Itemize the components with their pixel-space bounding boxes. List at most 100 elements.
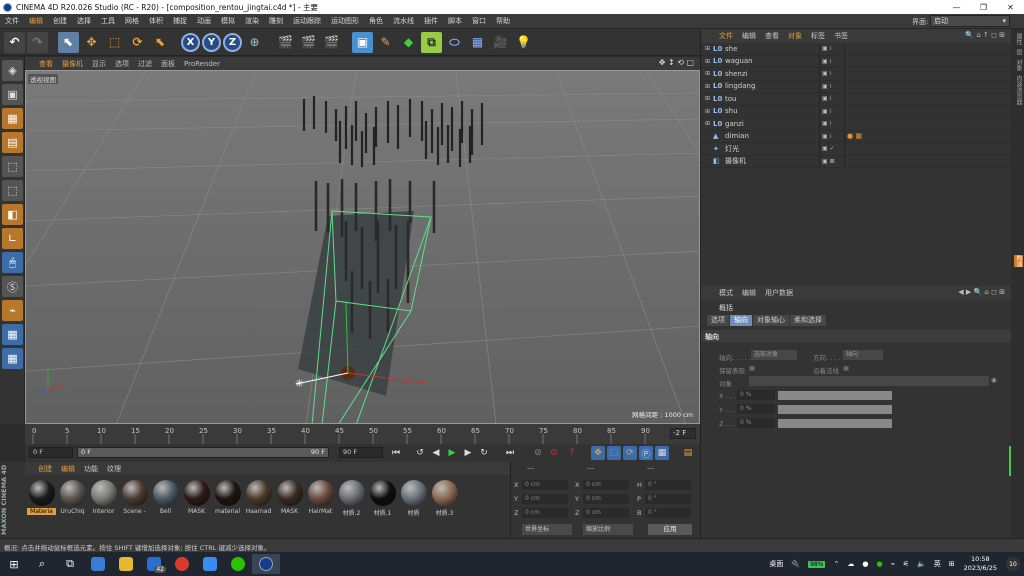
- axis-dropdown[interactable]: 选取对象: [751, 350, 797, 360]
- menu-create[interactable]: 创建: [48, 16, 72, 26]
- wechat-icon[interactable]: [224, 554, 252, 574]
- z-percent-field[interactable]: 0 %: [737, 418, 775, 428]
- viewport-menu-prorender[interactable]: ProRender: [184, 60, 220, 68]
- orientation-dropdown[interactable]: 轴向: [843, 350, 883, 360]
- expand-icon[interactable]: ⊞: [705, 120, 713, 127]
- along-normals-checkbox[interactable]: ▣: [843, 364, 849, 372]
- wechat-tray-icon[interactable]: ●: [876, 560, 882, 568]
- axis-mode-icon[interactable]: ∟: [2, 228, 23, 249]
- minimize-button[interactable]: —: [943, 3, 970, 12]
- system-clock[interactable]: 10:58 2023/6/25: [964, 555, 997, 573]
- object-row[interactable]: ⊞ L0 shenzi ▣ ⁞: [701, 68, 1011, 81]
- material-swatch[interactable]: 材质: [399, 480, 428, 517]
- floor-object-icon[interactable]: ▦: [467, 32, 488, 53]
- material-menu-function[interactable]: 功能: [84, 464, 98, 474]
- object-menu-bookmarks[interactable]: 书签: [834, 31, 848, 41]
- planar-workplane-icon[interactable]: ▦: [2, 348, 23, 369]
- desktop-label[interactable]: 桌面: [769, 559, 783, 569]
- object-name[interactable]: 灯光: [722, 144, 818, 154]
- feishu-icon[interactable]: [196, 554, 224, 574]
- material-swatch[interactable]: Bell: [151, 480, 180, 517]
- viewport-menu-filter[interactable]: 过滤: [138, 59, 152, 69]
- object-name[interactable]: she: [722, 45, 818, 53]
- power-icon[interactable]: 🔌: [791, 560, 800, 568]
- snap-icon[interactable]: Ⓢ: [2, 276, 23, 297]
- expand-icon[interactable]: ⊞: [705, 83, 713, 90]
- menu-snap[interactable]: 捕捉: [168, 16, 192, 26]
- coordinate-space-select[interactable]: 世界坐标: [522, 524, 572, 535]
- expand-icon[interactable]: ⊞: [705, 70, 713, 77]
- menu-render[interactable]: 渲染: [240, 16, 264, 26]
- expand-icon[interactable]: ⊞: [705, 108, 713, 115]
- attribute-menu-edit[interactable]: 编辑: [742, 288, 756, 298]
- menu-file[interactable]: 文件: [0, 16, 24, 26]
- network-icon[interactable]: ⚟: [903, 560, 909, 568]
- keyframe-selection-icon[interactable]: ?: [565, 446, 579, 460]
- notification-center-icon[interactable]: 10: [1006, 557, 1020, 571]
- visibility-toggle[interactable]: ▣ ⁞: [822, 95, 831, 102]
- edges-mode-icon[interactable]: ⬚: [2, 180, 23, 201]
- mail-icon[interactable]: 42: [140, 554, 168, 574]
- light-object-marker[interactable]: ✳: [295, 377, 304, 390]
- recent-tools-icon[interactable]: ⬉: [150, 32, 171, 53]
- tab-structure-vertical[interactable]: 构造: [1014, 255, 1023, 267]
- material-swatch[interactable]: UruChiq: [58, 480, 87, 517]
- material-swatch[interactable]: Scene -: [120, 480, 149, 517]
- tab-soft-selection[interactable]: 柔和选择: [790, 315, 826, 326]
- attribute-nav-icons[interactable]: ◀ ▶ 🔍 ⌂ ◻ ⊞: [958, 288, 1005, 296]
- next-frame-icon[interactable]: ▶: [461, 446, 475, 460]
- x-percent-slider[interactable]: [778, 391, 892, 400]
- object-menu-objects[interactable]: 对象: [788, 31, 802, 41]
- object-name[interactable]: ganzi: [722, 120, 818, 128]
- cube-object-icon[interactable]: ▣: [352, 31, 373, 53]
- previous-key-icon[interactable]: ↺: [413, 446, 427, 460]
- render-picture-viewer-icon[interactable]: 🎬: [298, 32, 319, 53]
- key-rotation-icon[interactable]: ⟳: [623, 446, 637, 460]
- visibility-toggle[interactable]: ▣ ⁞: [822, 108, 831, 115]
- menu-help[interactable]: 帮助: [491, 16, 515, 26]
- previous-frame-icon[interactable]: ◀: [429, 446, 443, 460]
- menu-simulate[interactable]: 模拟: [216, 16, 240, 26]
- play-icon[interactable]: ▶: [445, 446, 459, 460]
- material-menu-edit[interactable]: 编辑: [61, 464, 75, 474]
- render-view-icon[interactable]: 🎬: [275, 32, 296, 53]
- tab-layers-vertical[interactable]: 层: [1014, 49, 1023, 55]
- material-swatch[interactable]: Materia: [27, 480, 56, 517]
- position-y-field[interactable]: 0 cm: [522, 494, 568, 504]
- menu-tools[interactable]: 工具: [96, 16, 120, 26]
- object-row[interactable]: ▲ dimian ▣ ⁞ ● ▦: [701, 130, 1011, 143]
- timeline-ruler[interactable]: 0 5 10 15 20 25 30 35 40 45 50 55 60 65 …: [25, 424, 700, 444]
- frame-range-slider[interactable]: 0 F 90 F: [77, 447, 329, 458]
- object-name[interactable]: shu: [722, 107, 818, 115]
- end-frame-field[interactable]: 90 F: [339, 447, 383, 458]
- object-name[interactable]: tou: [722, 95, 818, 103]
- expand-icon[interactable]: ⊞: [705, 95, 713, 102]
- workplane-mode-icon[interactable]: ▤: [2, 132, 23, 153]
- menu-pipeline[interactable]: 流水线: [388, 16, 419, 26]
- menu-character[interactable]: 角色: [364, 16, 388, 26]
- key-position-icon[interactable]: ✥: [591, 446, 605, 460]
- pen-spline-icon[interactable]: ✎: [375, 32, 396, 53]
- chrome-icon[interactable]: [168, 554, 196, 574]
- viewport-menu-display[interactable]: 显示: [92, 59, 106, 69]
- rotation-p-field[interactable]: 0 °: [645, 494, 691, 504]
- viewport-scene[interactable]: ✳: [26, 71, 700, 424]
- material-menu-texture[interactable]: 纹理: [107, 464, 121, 474]
- expand-icon[interactable]: ⊞: [705, 58, 713, 65]
- object-menu-tags[interactable]: 标签: [811, 31, 825, 41]
- material-swatch[interactable]: Haarnad: [244, 480, 273, 517]
- size-mode-select[interactable]: 缩放比例: [583, 524, 633, 535]
- file-explorer-icon[interactable]: [112, 554, 140, 574]
- menu-volume[interactable]: 体积: [144, 16, 168, 26]
- menu-sculpt[interactable]: 雕刻: [264, 16, 288, 26]
- tab-object-axis[interactable]: 对象轴心: [753, 315, 789, 326]
- start-menu-icon[interactable]: ⊞: [0, 554, 28, 574]
- expand-icon[interactable]: ⊞: [705, 45, 713, 52]
- visibility-toggle[interactable]: ▣ ✓: [822, 145, 835, 152]
- object-row[interactable]: ⊞ L0 ganzi ▣ ⁞: [701, 118, 1011, 131]
- move-tool-icon[interactable]: ✥: [81, 32, 102, 53]
- object-tags[interactable]: ● ▦: [847, 132, 862, 140]
- locked-workplane-icon[interactable]: ▦: [2, 324, 23, 345]
- x-percent-field[interactable]: 0 %: [737, 390, 775, 400]
- visibility-toggle[interactable]: ▣ ⁞: [822, 58, 831, 65]
